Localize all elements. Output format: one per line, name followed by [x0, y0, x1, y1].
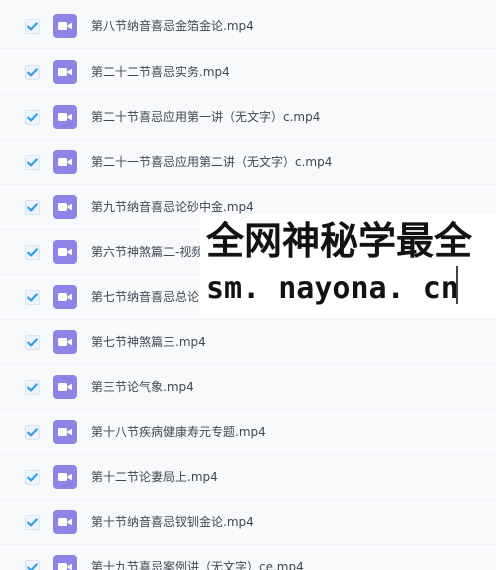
video-file-icon: [53, 465, 77, 489]
checkmark-icon: [27, 112, 38, 121]
file-checkbox[interactable]: [25, 379, 40, 395]
video-file-icon: [53, 555, 77, 570]
file-name[interactable]: 第十八节疾病健康寿元专题.mp4: [91, 426, 266, 438]
file-name[interactable]: 第十九节喜忌案例讲（无文字）ce.mp4: [91, 561, 304, 570]
file-name[interactable]: 第三节论气象.mp4: [91, 381, 194, 393]
checkmark-icon: [27, 382, 38, 391]
file-row[interactable]: 第十八节疾病健康寿元专题.mp4: [0, 410, 496, 455]
file-checkbox[interactable]: [25, 199, 40, 215]
video-file-icon: [53, 420, 77, 444]
checkmark-icon: [27, 292, 38, 301]
file-name[interactable]: 第二十二节喜忌实务.mp4: [91, 66, 230, 78]
video-file-icon: [53, 195, 77, 219]
file-checkbox[interactable]: [25, 244, 40, 260]
file-row[interactable]: 第八节纳音喜忌金箔金论.mp4: [0, 4, 496, 49]
video-file-icon: [53, 240, 77, 264]
checkmark-icon: [27, 472, 38, 481]
checkmark-icon: [27, 562, 38, 570]
file-name[interactable]: 第二十节喜忌应用第一讲（无文字）c.mp4: [91, 111, 320, 123]
file-name[interactable]: 第七节神煞篇三.mp4: [91, 336, 206, 348]
video-file-icon: [53, 14, 77, 38]
file-checkbox[interactable]: [25, 559, 40, 570]
file-row[interactable]: 第七节神煞篇三.mp4: [0, 320, 496, 365]
file-row[interactable]: 第二十节喜忌应用第一讲（无文字）c.mp4: [0, 95, 496, 140]
text-cursor: [456, 266, 458, 304]
checkmark-icon: [27, 157, 38, 166]
file-checkbox[interactable]: [25, 109, 40, 125]
file-checkbox[interactable]: [25, 64, 40, 80]
checkmark-icon: [27, 202, 38, 211]
video-file-icon: [53, 150, 77, 174]
file-row[interactable]: 第二十二节喜忌实务.mp4: [0, 50, 496, 95]
video-file-icon: [53, 375, 77, 399]
video-file-icon: [53, 105, 77, 129]
watermark-overlay: 全网神秘学最全 sm. nayona. cn: [200, 214, 496, 318]
video-file-icon: [53, 330, 77, 354]
video-file-icon: [53, 60, 77, 84]
file-row[interactable]: 第十节纳音喜忌钗钏金论.mp4: [0, 500, 496, 545]
video-file-icon: [53, 285, 77, 309]
file-name[interactable]: 第六节神煞篇二-视频: [91, 246, 203, 258]
watermark-line-1: 全网神秘学最全: [206, 219, 473, 263]
file-name[interactable]: 第二十一节喜忌应用第二讲（无文字）c.mp4: [91, 156, 332, 168]
checkmark-icon: [27, 427, 38, 436]
checkmark-icon: [27, 337, 38, 346]
file-name[interactable]: 第十节纳音喜忌钗钏金论.mp4: [91, 516, 254, 528]
file-name[interactable]: 第九节纳音喜忌论砂中金.mp4: [91, 201, 254, 213]
file-row[interactable]: 第十九节喜忌案例讲（无文字）ce.mp4: [0, 545, 496, 570]
file-row[interactable]: 第三节论气象.mp4: [0, 365, 496, 410]
file-row[interactable]: 第二十一节喜忌应用第二讲（无文字）c.mp4: [0, 140, 496, 185]
watermark-line-2: sm. nayona. cn: [206, 271, 459, 306]
file-name[interactable]: 第七节纳音喜忌总论: [91, 291, 199, 303]
file-row[interactable]: 第十二节论妻局上.mp4: [0, 455, 496, 500]
checkmark-icon: [27, 517, 38, 526]
file-checkbox[interactable]: [25, 334, 40, 350]
file-checkbox[interactable]: [25, 514, 40, 530]
file-checkbox[interactable]: [25, 154, 40, 170]
file-checkbox[interactable]: [25, 289, 40, 305]
checkmark-icon: [27, 21, 38, 30]
file-checkbox[interactable]: [25, 469, 40, 485]
file-name[interactable]: 第十二节论妻局上.mp4: [91, 471, 218, 483]
file-checkbox[interactable]: [25, 18, 40, 34]
checkmark-icon: [27, 67, 38, 76]
file-name[interactable]: 第八节纳音喜忌金箔金论.mp4: [91, 20, 254, 32]
checkmark-icon: [27, 247, 38, 256]
file-checkbox[interactable]: [25, 424, 40, 440]
video-file-icon: [53, 510, 77, 534]
